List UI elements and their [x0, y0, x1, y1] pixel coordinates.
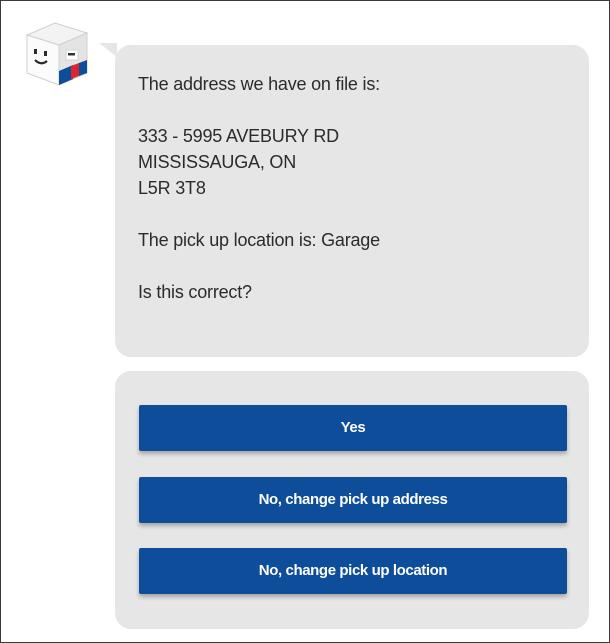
pickup-location-text: The pick up location is: Garage: [138, 230, 380, 250]
chat-window: The address we have on file is: 333 - 59…: [0, 0, 610, 643]
address-line-2: MISSISSAUGA, ON: [138, 152, 297, 172]
address-line-3: L5R 3T8: [138, 178, 206, 198]
yes-button[interactable]: Yes: [139, 405, 567, 451]
change-address-button[interactable]: No, change pick up address: [139, 477, 567, 523]
address-line-1: 333 - 5995 AVEBURY RD: [138, 126, 339, 146]
bot-message-bubble: The address we have on file is: 333 - 59…: [115, 45, 589, 357]
box-mascot-icon: [25, 22, 89, 86]
change-location-button[interactable]: No, change pick up location: [139, 548, 567, 594]
confirmation-question: Is this correct?: [138, 282, 252, 302]
message-bubble-tail: [99, 43, 117, 57]
address-intro-text: The address we have on file is:: [138, 74, 380, 94]
bot-avatar: [21, 19, 95, 93]
quick-reply-options: Yes No, change pick up address No, chang…: [115, 371, 589, 629]
